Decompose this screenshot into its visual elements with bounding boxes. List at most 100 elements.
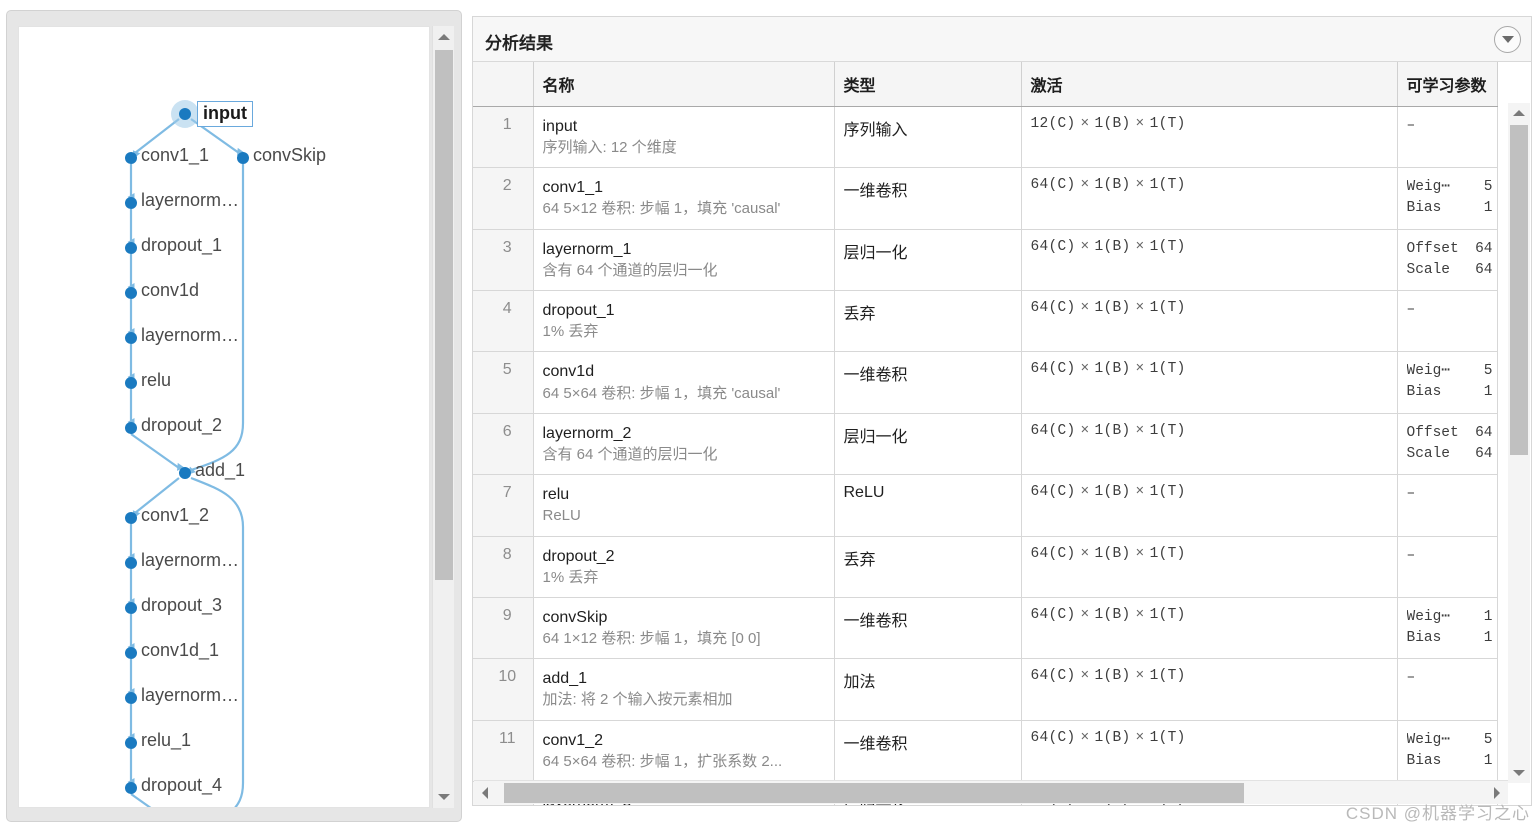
graph-node-label-layernorm_1[interactable]: layernorm… <box>141 190 239 211</box>
graph-node-label-dropout_3[interactable]: dropout_3 <box>141 595 222 616</box>
table-scroll-left-button[interactable] <box>474 781 496 805</box>
graph-node-layernorm_2[interactable] <box>125 332 137 344</box>
table-row[interactable]: 1 input 序列输入: 12 个维度 序列输入 12(C) × 1(B) × 1(T) – <box>473 106 1498 169</box>
graph-node-layernorm_3[interactable] <box>125 557 137 569</box>
layer-name-text: conv1d <box>542 363 595 381</box>
graph-node-label-layernorm_2[interactable]: layernorm… <box>141 325 239 346</box>
table-row[interactable]: 9 convSkip 64 1×12 卷积: 步幅 1，填充 [0 0] 一维卷积 64… <box>473 597 1498 660</box>
graph-node-convSkip[interactable] <box>237 152 249 164</box>
graph-node-relu[interactable] <box>125 377 137 389</box>
table-row[interactable]: 11 conv1_2 64 5×64 卷积: 步幅 1，扩张系数 2... 一维卷积 6… <box>473 720 1498 782</box>
graph-node-label-relu_1[interactable]: relu_1 <box>141 730 191 751</box>
cell-learnables: Offset 64 Scale 64 <box>1397 413 1498 476</box>
multiply-icon: × <box>1135 361 1145 378</box>
learnable-key: Weig⋯ <box>1406 363 1451 380</box>
layer-description-text: 64 5×64 卷积: 步幅 1，扩张系数 2... <box>542 752 783 770</box>
learnables-text: – <box>1407 484 1497 505</box>
table-row[interactable]: 6 layernorm_2 含有 64 个通道的层归一化 层归一化 64(C) × 1(B)… <box>473 413 1498 476</box>
graph-node-label-convSkip[interactable]: convSkip <box>253 145 326 166</box>
layer-type-text: 一维卷积 <box>843 367 908 385</box>
chevron-down-icon[interactable] <box>1494 26 1521 53</box>
graph-node-label-conv1_1[interactable]: conv1_1 <box>141 145 209 166</box>
multiply-icon: × <box>1080 668 1090 685</box>
table-scroll-down-button[interactable] <box>1508 763 1530 783</box>
activation-dim: 64(C) <box>1030 300 1076 317</box>
graph-node-label-dropout_2[interactable]: dropout_2 <box>141 415 222 436</box>
cell-layer-name: input 序列输入: 12 个维度 <box>533 106 835 169</box>
scroll-down-button[interactable] <box>433 786 455 808</box>
table-scroll-up-button[interactable] <box>1508 103 1530 123</box>
column-header-index[interactable] <box>473 62 534 107</box>
graph-node-layernorm_4[interactable] <box>125 692 137 704</box>
learnable-value: 64 <box>1475 261 1493 278</box>
chevron-glyph <box>1501 36 1514 43</box>
graph-node-label-input[interactable]: input <box>197 101 253 127</box>
layer-description-text: 含有 64 个通道的层归一化 <box>542 445 718 463</box>
multiply-icon: × <box>1080 545 1090 562</box>
graph-node-label-dropout_1[interactable]: dropout_1 <box>141 235 222 256</box>
table-row[interactable]: 8 dropout_2 1% 丢弃 丢弃 64(C) × 1(B) × 1(T) – <box>473 536 1498 598</box>
graph-node-layernorm_1[interactable] <box>125 197 137 209</box>
graph-node-label-conv1d[interactable]: conv1d <box>141 280 199 301</box>
graph-node-conv1d[interactable] <box>125 287 137 299</box>
learnables-text: Offset 64 Scale 64 <box>1407 239 1497 281</box>
column-header-name[interactable]: 名称 <box>533 62 835 107</box>
results-table-body: 1 input 序列输入: 12 个维度 序列输入 12(C) × 1(B) × 1(T) –2 c… <box>473 106 1498 805</box>
graph-node-dropout_2[interactable] <box>125 422 137 434</box>
layer-description-text: 64 5×12 卷积: 步幅 1，填充 'causal' <box>542 200 781 218</box>
learnable-param: Weig⋯ 5 <box>1407 730 1493 751</box>
graph-node-label-layernorm_4[interactable]: layernorm… <box>141 685 239 706</box>
table-horizontal-scrollbar[interactable] <box>474 780 1508 804</box>
learnable-value: 64 <box>1475 424 1493 441</box>
table-row[interactable]: 7 relu ReLU ReLU 64(C) × 1(B) × 1(T) – <box>473 474 1498 537</box>
column-header-learnables[interactable]: 可学习参数 <box>1397 62 1498 107</box>
graph-node-conv1_1[interactable] <box>125 152 137 164</box>
graph-node-input[interactable] <box>179 108 191 120</box>
network-graph-viewport[interactable]: input conv1_1 convSkip layernorm… dropout_1c… <box>18 26 430 808</box>
row-index: 7 <box>473 474 534 537</box>
activation-dim: 1(B) <box>1094 606 1131 623</box>
table-vertical-scrollbar[interactable] <box>1508 103 1530 783</box>
graph-node-add_1[interactable] <box>179 467 191 479</box>
cell-layer-name: conv1_2 64 5×64 卷积: 步幅 1，扩张系数 2... <box>533 720 835 782</box>
activation-text: 64(C)×1(B)×1(T) <box>1031 177 1397 193</box>
graph-node-label-conv1_2[interactable]: conv1_2 <box>141 505 209 526</box>
scrollbar-thumb[interactable] <box>435 50 453 580</box>
table-row[interactable]: 10 add_1 加法: 将 2 个输入按元素相加 加法 64(C) × 1(B) × 1(T)… <box>473 658 1498 721</box>
column-header-activation[interactable]: 激活 <box>1021 62 1398 107</box>
learnable-value: 1 <box>1483 384 1493 401</box>
column-header-type[interactable]: 类型 <box>834 62 1022 107</box>
table-scrollbar-thumb[interactable] <box>1510 125 1528 455</box>
cell-layer-name: add_1 加法: 将 2 个输入按元素相加 <box>533 658 835 721</box>
graph-node-label-add_1[interactable]: add_1 <box>195 460 245 481</box>
learnable-key: Weig⋯ <box>1406 608 1451 625</box>
cell-layer-type: 序列输入 <box>834 106 1022 169</box>
graph-vertical-scrollbar[interactable] <box>432 26 454 808</box>
graph-node-dropout_4[interactable] <box>125 782 137 794</box>
table-row[interactable]: 2 conv1_1 64 5×12 卷积: 步幅 1，填充 'causal' 一维卷积… <box>473 167 1498 230</box>
activation-dim: 1(T) <box>1149 668 1186 685</box>
graph-node-label-conv1d_1[interactable]: conv1d_1 <box>141 640 219 661</box>
cell-layer-type: 一维卷积 <box>834 167 1022 230</box>
graph-node-label-relu[interactable]: relu <box>141 370 171 391</box>
graph-node-dropout_1[interactable] <box>125 242 137 254</box>
graph-node-relu_1[interactable] <box>125 737 137 749</box>
graph-node-conv1_2[interactable] <box>125 512 137 524</box>
table-row[interactable]: 3 layernorm_1 含有 64 个通道的层归一化 层归一化 64(C) × 1(B)… <box>473 229 1498 292</box>
results-table-scroll-area[interactable]: 名称 类型 激活 可学习参数 1 input 序列输入: 12 个维度 序列输入 12(… <box>473 62 1531 805</box>
graph-node-dropout_3[interactable] <box>125 602 137 614</box>
scroll-up-button[interactable] <box>433 26 455 48</box>
graph-node-conv1d_1[interactable] <box>125 647 137 659</box>
row-index: 8 <box>473 536 534 598</box>
graph-node-label-dropout_4[interactable]: dropout_4 <box>141 775 222 796</box>
table-row[interactable]: 4 dropout_1 1% 丢弃 丢弃 64(C) × 1(B) × 1(T) – <box>473 290 1498 353</box>
learnable-value: 5 <box>1483 179 1493 196</box>
learnable-key: Offset <box>1406 424 1459 441</box>
graph-node-label-layernorm_3[interactable]: layernorm… <box>141 550 239 571</box>
activation-dim: 1(B) <box>1094 238 1131 255</box>
row-index: 6 <box>473 413 534 476</box>
table-row[interactable]: 5 conv1d 64 5×64 卷积: 步幅 1，填充 'causal' 一维卷积 6… <box>473 351 1498 414</box>
table-hscrollbar-thumb[interactable] <box>504 783 1244 803</box>
table-scroll-right-button[interactable] <box>1486 781 1508 805</box>
layer-name-text: relu <box>542 486 570 504</box>
